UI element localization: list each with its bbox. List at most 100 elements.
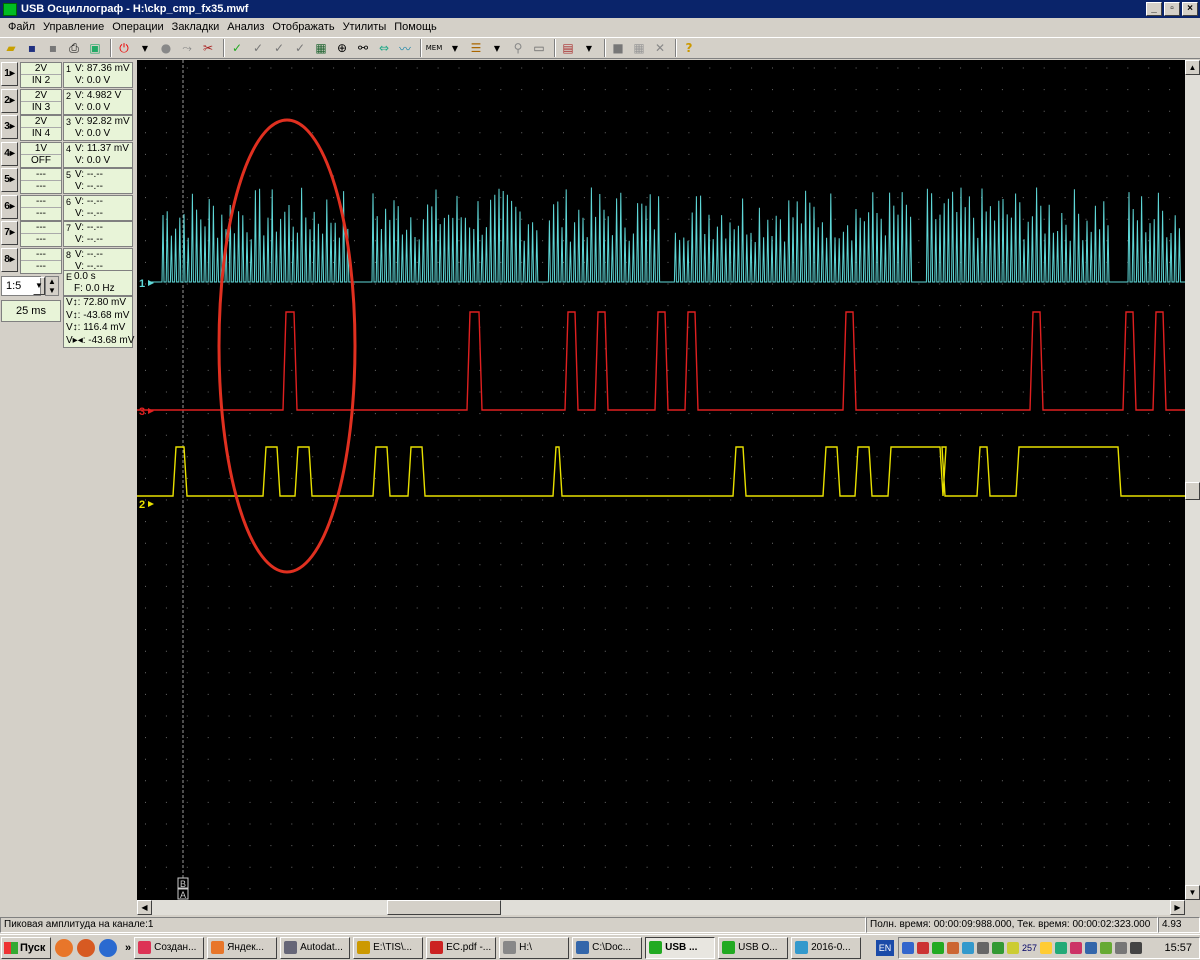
channel-7-button[interactable]: 7▸ [1,221,18,245]
menu-file[interactable]: Файл [4,21,39,33]
taskbar-item[interactable]: E:\TIS\... [353,936,424,959]
spectrum-icon[interactable]: ▦ [312,39,330,57]
channel-8-settings[interactable]: --- --- [20,247,62,274]
channel-3-button[interactable]: 3▸ [1,115,18,139]
channel-6-settings[interactable]: --- --- [20,194,62,221]
clock[interactable]: 15:57 [1164,942,1192,954]
taskbar-item[interactable]: Autodat... [280,936,351,959]
ie-icon[interactable] [99,938,117,957]
tray-icon[interactable] [917,942,929,954]
taskbar-item[interactable]: H:\ [499,936,570,959]
export-icon[interactable]: ▣ [86,39,104,57]
taskbar-item[interactable]: Яндек... [207,936,278,959]
menu-utilities[interactable]: Утилиты [339,21,391,33]
menu-view[interactable]: Отображать [268,21,338,33]
tray-icon[interactable] [932,942,944,954]
channel-3-settings[interactable]: 2V IN 4 [20,115,62,141]
tray-icon[interactable] [977,942,989,954]
dropdown-icon[interactable]: ▼ [136,39,154,57]
tray-icon[interactable] [1115,942,1128,954]
pin-icon[interactable]: ⚲ [509,39,527,57]
channel-5-settings[interactable]: --- --- [20,168,62,194]
channel-2-button[interactable]: 2▸ [1,88,18,113]
find-icon[interactable]: ⊕ [333,39,351,57]
square-icon[interactable]: ■ [609,39,627,57]
arrows-icon[interactable]: ⇔ [375,39,393,57]
tray-icon[interactable] [962,942,974,954]
tray-icon[interactable] [902,942,914,954]
taskbar-item[interactable]: C:\Doc... [572,936,643,959]
chevron-down-icon[interactable]: ▼ [33,277,45,295]
scale-spinner[interactable]: ▲ ▼ [45,276,59,296]
taskbar-item[interactable]: 2016-0... [791,936,862,959]
tray-icon[interactable] [992,942,1004,954]
dropdown-icon[interactable]: ▼ [446,39,464,57]
cross-icon[interactable]: ✕ [651,39,669,57]
save-icon[interactable]: ▪ [23,39,41,57]
taskbar-item[interactable]: USB ... [645,936,716,959]
menu-bookmarks[interactable]: Закладки [168,21,224,33]
channel-7-settings[interactable]: --- --- [20,221,62,247]
trash-icon[interactable]: ▭ [530,39,548,57]
language-indicator[interactable]: EN [876,940,894,956]
taskbar-item[interactable]: USB O... [718,936,789,959]
print-icon[interactable]: ⎙ [65,39,83,57]
dropdown-icon[interactable]: ▼ [488,39,506,57]
wave-icon[interactable]: 〰 [396,39,414,57]
open-icon[interactable]: ▰ [2,39,20,57]
scroll-right-icon[interactable]: ▶ [1170,900,1185,915]
channel-5-button[interactable]: 5▸ [1,168,18,192]
channel-1-button[interactable]: 1▸ [1,62,18,86]
firefox-icon[interactable] [55,938,73,957]
tray-icon[interactable] [1055,942,1068,954]
channel-4-button[interactable]: 4▸ [1,141,18,166]
menu-control[interactable]: Управление [39,21,108,33]
scroll-up-icon[interactable]: ▲ [1185,60,1200,75]
chart-icon[interactable]: ▤ [559,39,577,57]
vertical-scroll-thumb[interactable] [1185,482,1200,500]
horizontal-scroll-thumb[interactable] [387,900,501,915]
menu-operations[interactable]: Операции [108,21,167,33]
minimize-button[interactable]: _ [1146,2,1162,16]
taskbar-item[interactable]: Создан... [134,936,205,959]
tray-icon[interactable] [947,942,959,954]
close-button[interactable]: × [1182,2,1198,16]
memory-icon[interactable]: MEM [425,39,443,57]
channel-1-settings[interactable]: 2V IN 2 [20,62,62,88]
vertical-scrollbar[interactable]: ▲ ▼ [1185,60,1200,900]
oscilloscope-display[interactable]: 1 3 2 BA [137,60,1185,900]
check-icon[interactable]: ✓ [228,39,246,57]
channel-6-button[interactable]: 6▸ [1,194,18,219]
scroll-left-icon[interactable]: ◀ [137,900,152,915]
stop-icon[interactable]: ⏻ [115,39,133,57]
tray-icon[interactable] [1040,942,1053,954]
check-2-icon[interactable]: ✓ [249,39,267,57]
speaker-icon[interactable] [1130,942,1143,954]
restore-button[interactable]: ▫ [1164,2,1180,16]
tray-icon[interactable] [1100,942,1113,954]
firefox-2-icon[interactable] [77,938,95,957]
step-icon[interactable]: ⤳ [178,39,196,57]
taskbar-item[interactable]: EC.pdf -... [426,936,497,959]
help-icon[interactable]: ? [680,39,698,57]
grid-icon[interactable]: ▦ [630,39,648,57]
dropdown-icon[interactable]: ▼ [580,39,598,57]
channel-8-button[interactable]: 8▸ [1,247,18,272]
channel-2-settings[interactable]: 2V IN 3 [20,88,62,115]
channel-4-settings[interactable]: 1V OFF [20,141,62,168]
menu-help[interactable]: Помощь [390,21,441,33]
tray-icon[interactable] [1007,942,1019,954]
layers-icon[interactable]: ☰ [467,39,485,57]
time-division[interactable]: 25 ms [1,300,61,322]
record-icon[interactable]: ● [157,39,175,57]
check-4-icon[interactable]: ✓ [291,39,309,57]
menu-analysis[interactable]: Анализ [223,21,268,33]
scroll-down-icon[interactable]: ▼ [1185,885,1200,900]
save-as-icon[interactable]: ▪ [44,39,62,57]
check-3-icon[interactable]: ✓ [270,39,288,57]
horizontal-scrollbar[interactable]: ◀ ▶ [137,900,1185,915]
tray-icon[interactable] [1070,942,1083,954]
tools-icon[interactable]: ✂ [199,39,217,57]
start-button[interactable]: Пуск [1,936,51,959]
binoculars-icon[interactable]: ⚯ [354,39,372,57]
